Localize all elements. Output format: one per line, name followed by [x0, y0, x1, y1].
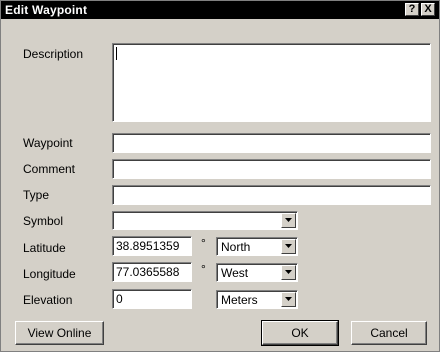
ok-button[interactable]: OK — [261, 320, 339, 346]
text-caret — [116, 47, 117, 60]
symbol-select[interactable] — [112, 211, 298, 230]
title-bar[interactable]: Edit Waypoint ? X — [1, 1, 439, 19]
longitude-direction-select[interactable]: West — [216, 263, 298, 282]
longitude-field[interactable]: 77.0365588 — [112, 262, 192, 282]
latitude-field[interactable]: 38.8951359 — [112, 236, 192, 256]
elevation-unit-select[interactable]: Meters — [216, 290, 298, 309]
latitude-direction-value: North — [221, 240, 251, 254]
chevron-down-icon — [285, 270, 292, 274]
cancel-button[interactable]: Cancel — [351, 321, 427, 345]
chevron-down-icon — [285, 218, 292, 222]
chevron-down-icon — [285, 244, 292, 248]
latitude-label: Latitude — [23, 241, 66, 255]
help-button[interactable]: ? — [405, 3, 419, 16]
view-online-button-label: View Online — [27, 326, 92, 340]
symbol-label: Symbol — [23, 214, 64, 228]
dialog-title: Edit Waypoint — [5, 3, 88, 17]
edit-waypoint-dialog: Edit Waypoint ? X Description Waypoint C… — [0, 0, 440, 352]
cancel-button-label: Cancel — [370, 326, 408, 340]
chevron-down-icon — [285, 297, 292, 301]
comment-label: Comment — [23, 162, 76, 176]
latitude-direction-dropdown-button[interactable] — [281, 239, 296, 254]
longitude-label: Longitude — [23, 267, 76, 281]
symbol-dropdown-button[interactable] — [281, 213, 296, 228]
waypoint-field[interactable] — [112, 133, 431, 153]
waypoint-label: Waypoint — [23, 136, 73, 150]
type-field[interactable] — [112, 185, 431, 205]
longitude-degree-symbol: ° — [201, 262, 206, 276]
elevation-unit-value: Meters — [221, 293, 258, 307]
elevation-unit-dropdown-button[interactable] — [281, 292, 296, 307]
type-label: Type — [23, 188, 50, 202]
description-label: Description — [23, 47, 84, 61]
elevation-field[interactable]: 0 — [112, 289, 192, 309]
view-online-button[interactable]: View Online — [15, 321, 104, 345]
comment-field[interactable] — [112, 159, 431, 179]
description-field[interactable] — [112, 43, 431, 122]
longitude-direction-dropdown-button[interactable] — [281, 265, 296, 280]
latitude-degree-symbol: ° — [201, 236, 206, 250]
ok-button-label: OK — [291, 326, 309, 340]
latitude-direction-select[interactable]: North — [216, 237, 298, 256]
close-button[interactable]: X — [421, 3, 435, 16]
longitude-direction-value: West — [221, 266, 249, 280]
elevation-label: Elevation — [23, 293, 73, 307]
